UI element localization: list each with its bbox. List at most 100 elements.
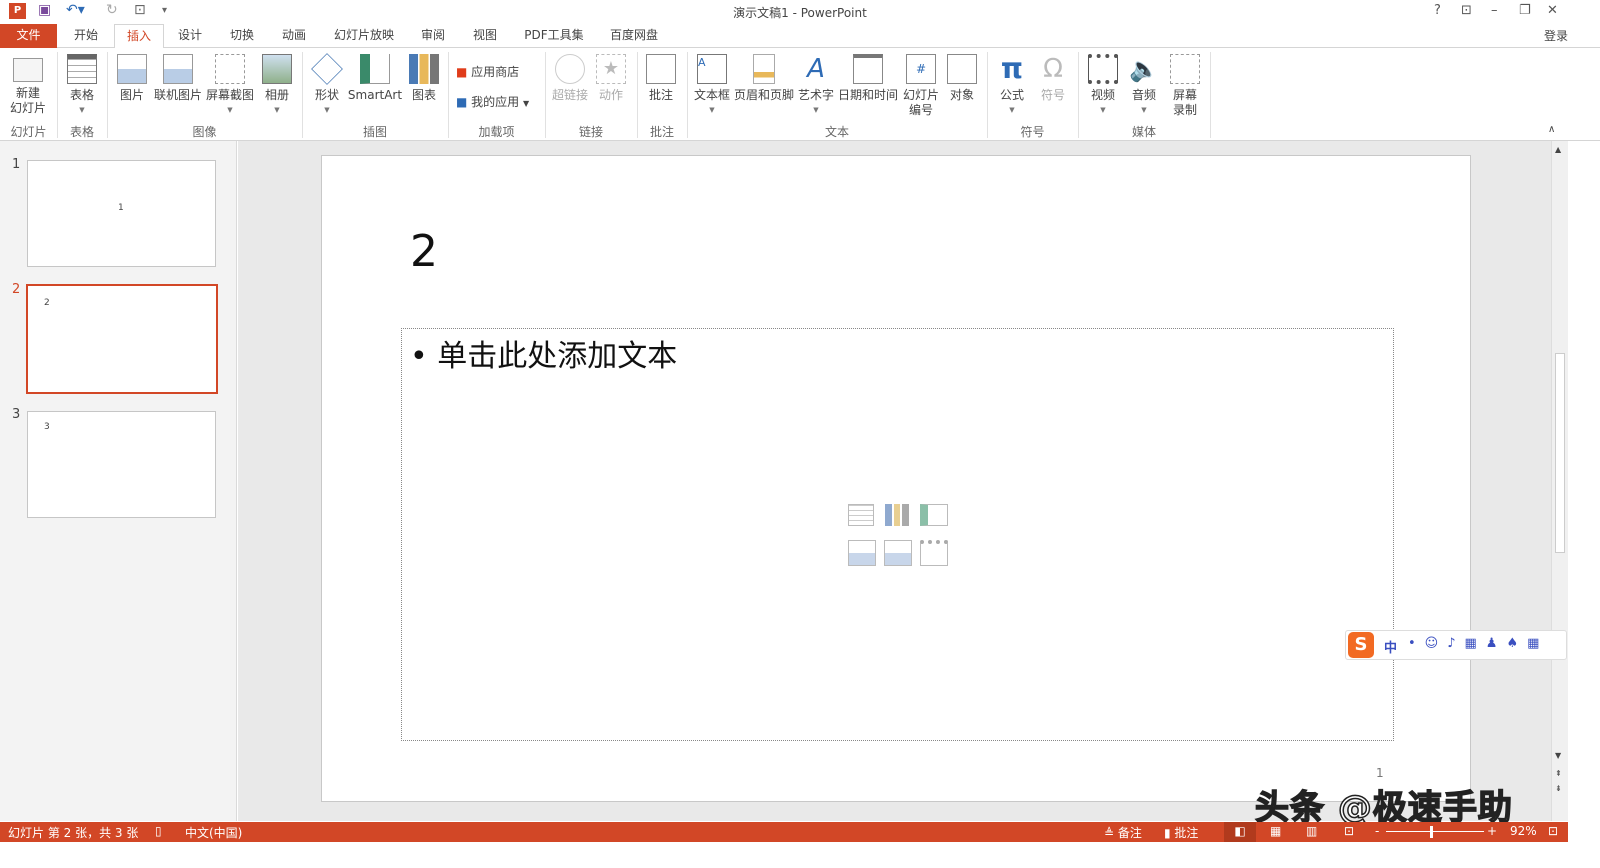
object-button[interactable]: 对象 [944,54,980,103]
tab-transitions[interactable]: 切换 [220,24,264,48]
ribbon: 新建 幻灯片 幻灯片 表格 ▼ 表格 图片 联机图片 屏幕截图 ▼ 相册 ▼ 图像 形… [0,48,1600,141]
reading-view-button[interactable]: ▥ [1306,824,1317,838]
video-button[interactable]: 视频 ▼ [1085,54,1121,118]
insert-smartart-icon[interactable] [920,504,948,526]
new-slide-button[interactable]: 新建 幻灯片 [3,54,53,116]
insert-picture-icon[interactable] [848,540,876,566]
restore-button[interactable]: ❐ [1519,3,1531,18]
screen-recording-button[interactable]: 屏幕 录制 [1167,54,1203,118]
textbox-button[interactable]: A 文本框 ▼ [692,54,732,118]
vertical-scrollbar[interactable]: ▲ ▼ ⇞ ⇟ [1551,141,1568,821]
label: 表格 [69,88,94,102]
action-button[interactable]: ★ 动作 [593,54,629,103]
zoom-slider[interactable] [1386,831,1484,832]
login-link[interactable]: 登录 [1544,27,1568,44]
wordart-button[interactable]: A 艺术字 ▼ [797,54,835,118]
tab-review[interactable]: 审阅 [412,24,454,48]
slide-thumbnail-3[interactable]: 3 [27,411,216,518]
next-slide-icon[interactable]: ⇟ [1555,784,1562,793]
tab-file[interactable]: 文件 [0,24,57,48]
label: 联机图片 [153,88,202,102]
label: 批注 [648,88,673,102]
minimize-button[interactable]: – [1491,3,1498,18]
previous-slide-icon[interactable]: ⇞ [1555,769,1562,778]
comment-icon: ▮ [1164,826,1175,840]
screen-record-icon [1170,54,1200,84]
insert-online-picture-icon[interactable] [884,540,912,566]
slide-title[interactable]: 2 [410,226,438,277]
online-picture-button[interactable]: 联机图片 [153,54,203,103]
header-footer-button[interactable]: 页眉和页脚 [733,54,795,103]
tab-animations[interactable]: 动画 [272,24,316,48]
ime-language-toggle[interactable]: 中 [1384,637,1397,656]
my-apps-button[interactable]: ■ 我的应用 ▼ [456,93,529,110]
comments-button[interactable]: ▮ 批注 [1164,824,1198,841]
slide-thumbnail-1[interactable]: 1 [27,160,216,267]
tab-view[interactable]: 视图 [464,24,506,48]
close-button[interactable]: ✕ [1547,3,1558,18]
tab-design[interactable]: 设计 [168,24,212,48]
tab-slideshow[interactable]: 幻灯片放映 [326,24,402,48]
spellcheck-icon[interactable]: ▯ [155,824,162,838]
insert-table-icon[interactable] [848,504,874,526]
thumbnail-text: 3 [44,422,50,432]
zoom-slider-thumb[interactable] [1430,826,1433,838]
zoom-out-button[interactable]: - [1375,824,1379,838]
comment-button[interactable]: 批注 [643,54,679,103]
insert-video-icon[interactable] [920,540,948,566]
label: 页眉和页脚 [733,88,794,102]
chart-button[interactable]: 图表 [405,54,443,103]
table-button[interactable]: 表格 ▼ [62,54,102,118]
apps-icon: ■ [456,95,468,109]
label: 图片 [119,88,144,102]
pi-icon: π [1000,52,1024,85]
tab-pdf-tools[interactable]: PDF工具集 [516,24,592,48]
office-store-button[interactable]: ■ 应用商店 [456,63,519,80]
normal-view-button[interactable]: ◧ [1224,822,1256,842]
content-placeholder[interactable]: • 单击此处添加文本 [401,328,1394,741]
audio-button[interactable]: 🔈 音频 ▼ [1126,54,1162,118]
label: 符号 [1040,88,1065,102]
label: 图表 [411,88,436,102]
date-time-button[interactable]: 日期和时间 [837,54,899,103]
tab-baidu-netdisk[interactable]: 百度网盘 [600,24,668,48]
hyperlink-button[interactable]: 超链接 [550,54,590,103]
screenshot-button[interactable]: 屏幕截图 ▼ [204,54,256,118]
header-footer-icon [753,54,775,84]
zoom-in-button[interactable]: + [1487,824,1497,838]
slide-sorter-button[interactable]: ▦ [1270,824,1281,838]
photo-album-button[interactable]: 相册 ▼ [258,54,296,118]
label: 动作 [598,88,623,102]
sogou-logo-icon[interactable]: S [1348,632,1374,658]
screenshot-icon [215,54,245,84]
scroll-up-icon[interactable]: ▲ [1555,145,1561,154]
symbol-button[interactable]: Ω 符号 [1035,54,1071,103]
scroll-thumb[interactable] [1555,353,1565,553]
title-bar: P ▣ ↶▾ ↻ ⊡ ▾ 演示文稿1 - PowerPoint ? ⊡ – ❐ … [0,0,1600,24]
equation-button[interactable]: π 公式 ▼ [994,54,1030,118]
insert-content-icons [848,504,948,570]
group-label: 表格 [69,125,94,139]
collapse-ribbon-icon[interactable]: ∧ [1548,124,1555,135]
notes-button[interactable]: ≜ 备注 [1104,824,1142,841]
shapes-button[interactable]: 形状 ▼ [308,53,346,118]
slide-canvas[interactable]: 2 • 单击此处添加文本 1 [321,155,1471,802]
zoom-level[interactable]: 92% [1510,824,1537,838]
help-button[interactable]: ? [1434,3,1441,18]
omega-icon: Ω [1043,54,1063,84]
tab-insert[interactable]: 插入 [114,24,164,49]
smartart-button[interactable]: SmartArt [347,54,403,103]
tab-home[interactable]: 开始 [62,24,110,48]
fit-to-window-button[interactable]: ⊡ [1548,824,1558,838]
slide-thumbnail-2[interactable]: 2 [26,284,218,394]
window-title: 演示文稿1 - PowerPoint [733,6,867,20]
ime-tool-icons[interactable]: •☺♪▦♟♠▦ [1408,636,1548,651]
scroll-down-icon[interactable]: ▼ [1555,751,1561,760]
language-indicator[interactable]: 中文(中国) [185,824,242,841]
picture-button[interactable]: 图片 [112,54,152,103]
insert-chart-icon[interactable] [885,504,909,526]
slide-number-button[interactable]: # 幻灯片 编号 [900,54,942,118]
slideshow-button[interactable]: ⊡ [1344,824,1354,838]
ribbon-display-options-button[interactable]: ⊡ [1461,3,1472,18]
label: 屏幕截图 [205,88,254,102]
